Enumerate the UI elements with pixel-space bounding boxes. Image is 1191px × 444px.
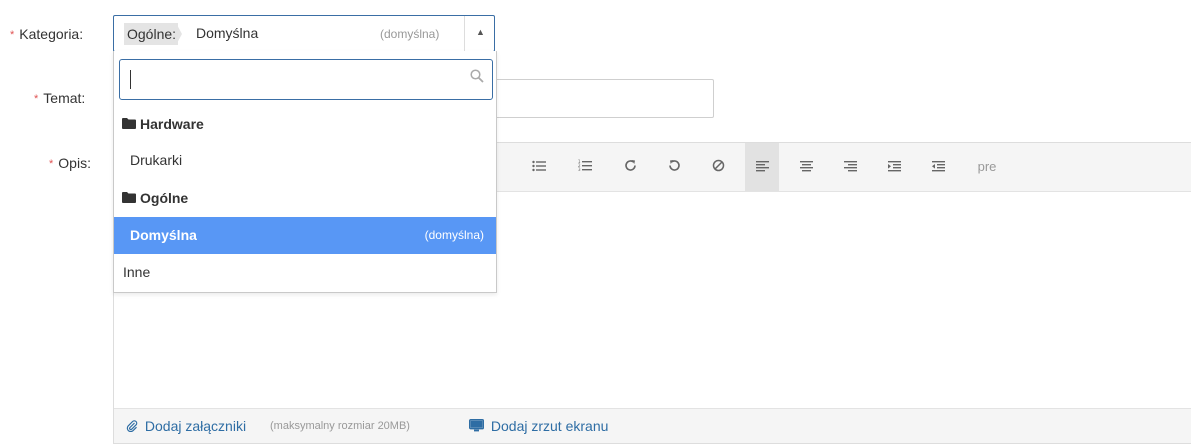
description-label: * Opis:: [49, 155, 91, 171]
dropdown-item-drukarki[interactable]: Drukarki: [114, 142, 496, 179]
text-caret: [130, 70, 131, 89]
pre-format-button[interactable]: pre: [967, 143, 1007, 191]
folder-icon: [122, 180, 136, 216]
default-note: (domyślna): [424, 228, 484, 242]
undo-icon[interactable]: [657, 143, 691, 191]
triangle-up-icon[interactable]: ▲: [476, 27, 485, 37]
category-value: Domyślna: [196, 25, 259, 41]
category-label: * Kategoria:: [10, 26, 84, 42]
search-icon: [470, 69, 484, 88]
max-size-hint: (maksymalny rozmiar 20MB): [270, 420, 410, 432]
category-dropdown: Hardware Drukarki Ogólne Domyślna (domyś…: [113, 51, 497, 293]
dropdown-item-domyslna[interactable]: Domyślna (domyślna): [114, 217, 496, 254]
required-mark: *: [49, 158, 54, 170]
required-mark: *: [34, 93, 39, 105]
required-mark: *: [10, 29, 15, 41]
folder-icon: [122, 106, 136, 142]
align-left-icon[interactable]: [745, 143, 779, 191]
dropdown-item-inne[interactable]: Inne: [114, 254, 496, 291]
paperclip-icon: [126, 418, 142, 434]
monitor-icon: [468, 418, 488, 434]
category-parent-crumb: Ogólne:: [124, 23, 179, 45]
dropdown-group-ogolne: Ogólne: [114, 180, 496, 216]
select-divider: [464, 16, 465, 51]
list-ul-icon[interactable]: [522, 143, 556, 191]
indent-icon[interactable]: [877, 143, 911, 191]
dropdown-group-hardware: Hardware: [114, 106, 496, 142]
ban-icon[interactable]: [701, 143, 735, 191]
attachments-bar: Dodaj załączniki (maksymalny rozmiar 20M…: [114, 408, 1191, 443]
align-center-icon[interactable]: [789, 143, 823, 191]
outdent-icon[interactable]: [921, 143, 955, 191]
category-select[interactable]: Ogólne: Domyślna (domyślna) ▲: [113, 15, 495, 52]
category-default-note: (domyślna): [380, 27, 440, 41]
redo-icon[interactable]: [613, 143, 647, 191]
subject-input[interactable]: [496, 79, 714, 118]
list-ol-icon[interactable]: 123: [568, 143, 602, 191]
add-attachments-link[interactable]: Dodaj załączniki: [126, 418, 246, 434]
svg-text:3: 3: [578, 167, 581, 172]
subject-label: * Temat:: [34, 90, 86, 106]
crumb-arrow-icon: [176, 23, 182, 45]
dropdown-search-input[interactable]: [119, 59, 493, 100]
align-right-icon[interactable]: [833, 143, 867, 191]
add-screenshot-link[interactable]: Dodaj zrzut ekranu: [468, 418, 608, 434]
